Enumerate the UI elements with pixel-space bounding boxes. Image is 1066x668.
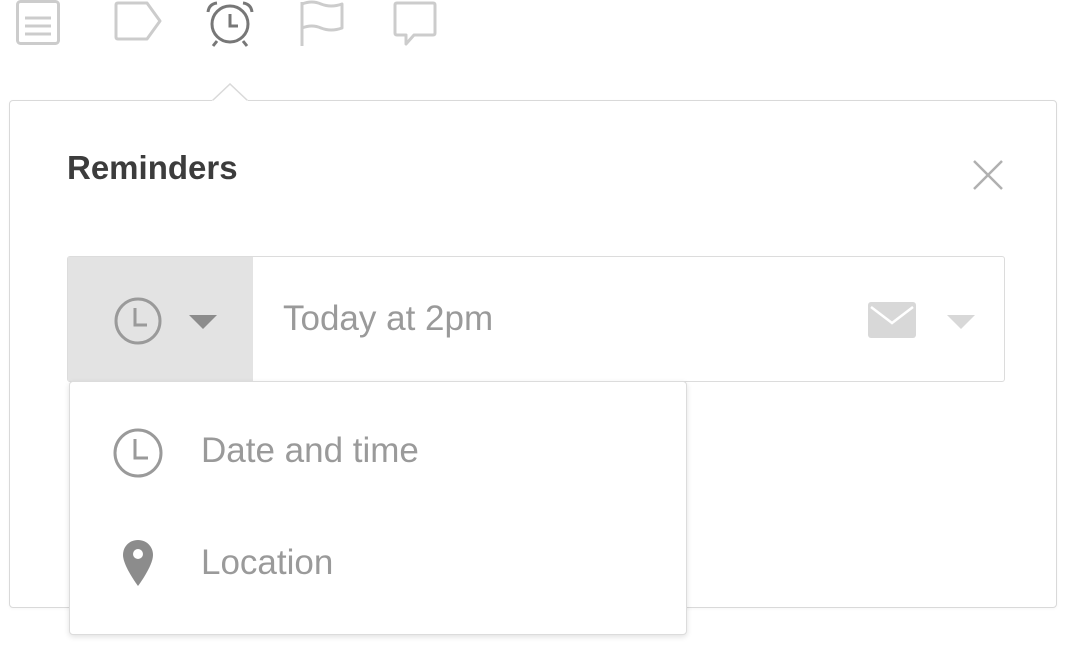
reminder-type-dropdown: Date and time Location <box>69 381 687 635</box>
reminder-time-input[interactable] <box>283 295 843 343</box>
close-icon <box>973 160 1003 190</box>
alarm-clock-icon[interactable] <box>205 0 255 53</box>
menu-item-date-and-time[interactable]: Date and time <box>70 394 686 506</box>
envelope-icon <box>868 302 916 338</box>
chevron-down-icon[interactable] <box>946 314 976 330</box>
menu-item-location[interactable]: Location <box>70 506 686 618</box>
reminder-row <box>67 256 1005 382</box>
menu-item-label: Location <box>201 543 334 582</box>
flag-icon[interactable] <box>299 0 345 53</box>
chevron-down-icon <box>189 315 217 329</box>
reminder-type-selector[interactable] <box>68 257 253 381</box>
panel-pointer <box>212 83 248 102</box>
menu-item-label: Date and time <box>201 431 419 470</box>
detail-toolbar <box>0 0 1066 60</box>
tag-icon[interactable] <box>113 0 163 47</box>
notify-method-button[interactable] <box>868 302 916 343</box>
comment-icon[interactable] <box>392 0 438 53</box>
clock-icon <box>113 428 163 478</box>
notes-icon[interactable] <box>16 0 60 51</box>
map-pin-icon <box>123 540 153 586</box>
clock-icon <box>114 297 162 345</box>
panel-title: Reminders <box>67 149 238 186</box>
close-button[interactable] <box>972 159 1004 191</box>
